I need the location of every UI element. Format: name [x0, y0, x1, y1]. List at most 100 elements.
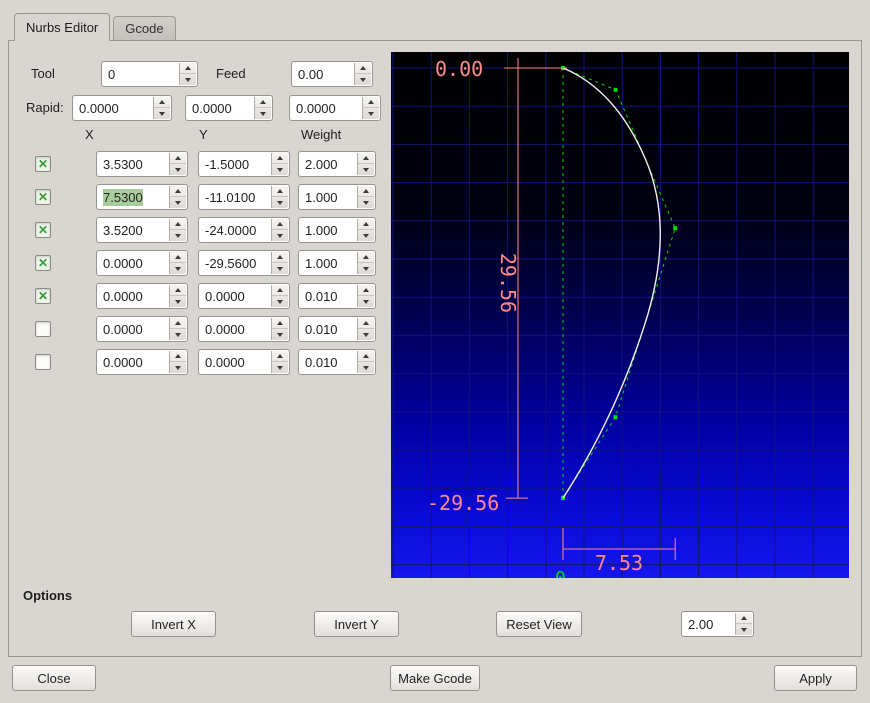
point-x-input[interactable]: 7.5300 — [96, 184, 188, 210]
spin-down-button[interactable] — [736, 624, 752, 635]
point-weight-input[interactable]: 0.010 — [298, 316, 376, 342]
invert-x-button[interactable]: Invert X — [131, 611, 216, 637]
point-x-input[interactable]: 0.0000 — [96, 283, 188, 309]
spin-up-button[interactable] — [170, 186, 186, 197]
spinner-buttons — [271, 252, 288, 274]
spin-up-button[interactable] — [180, 63, 196, 74]
spin-up-button[interactable] — [154, 97, 170, 108]
spin-up-button[interactable] — [272, 351, 288, 362]
spin-up-button[interactable] — [170, 318, 186, 329]
spin-down-button[interactable] — [170, 263, 186, 274]
spin-down-button[interactable] — [358, 230, 374, 241]
spin-up-button[interactable] — [170, 351, 186, 362]
point-enabled-checkbox[interactable]: ✕ — [35, 222, 51, 238]
spin-down-button[interactable] — [358, 296, 374, 307]
spin-up-button[interactable] — [272, 252, 288, 263]
spin-up-button[interactable] — [358, 318, 374, 329]
point-weight-input[interactable]: 0.010 — [298, 283, 376, 309]
spin-down-button[interactable] — [180, 74, 196, 85]
tab-nurbs-editor[interactable]: Nurbs Editor — [14, 13, 111, 41]
spin-up-button[interactable] — [170, 285, 186, 296]
feed-input[interactable]: 0.00 — [291, 61, 373, 87]
point-weight-input[interactable]: 2.000 — [298, 151, 376, 177]
point-y-input[interactable]: -11.0100 — [198, 184, 290, 210]
point-enabled-checkbox[interactable]: ✕ — [35, 255, 51, 271]
point-x-input[interactable]: 3.5300 — [96, 151, 188, 177]
spin-up-button[interactable] — [358, 153, 374, 164]
rapid-x-input[interactable]: 0.0000 — [72, 95, 172, 121]
tab-gcode[interactable]: Gcode — [113, 16, 176, 40]
rapid-z-input[interactable]: 0.0000 — [289, 95, 381, 121]
point-x-input[interactable]: 0.0000 — [96, 250, 188, 276]
point-x-value: 0.0000 — [103, 355, 143, 370]
point-enabled-checkbox[interactable]: ✕ — [35, 288, 51, 304]
spin-down-button[interactable] — [272, 296, 288, 307]
point-x-input[interactable]: 0.0000 — [96, 349, 188, 375]
tool-input[interactable]: 0 — [101, 61, 198, 87]
spin-up-button[interactable] — [272, 153, 288, 164]
spin-up-button[interactable] — [272, 219, 288, 230]
point-y-input[interactable]: -1.5000 — [198, 151, 290, 177]
spin-down-button[interactable] — [358, 164, 374, 175]
spin-up-button[interactable] — [363, 97, 379, 108]
point-y-input[interactable]: -24.0000 — [198, 217, 290, 243]
point-y-input[interactable]: 0.0000 — [198, 349, 290, 375]
spin-up-button[interactable] — [736, 613, 752, 624]
scale-input[interactable]: 2.00 — [681, 611, 754, 637]
point-weight-input[interactable]: 0.010 — [298, 349, 376, 375]
spin-up-button[interactable] — [358, 351, 374, 362]
apply-button[interactable]: Apply — [774, 665, 857, 691]
point-x-input[interactable]: 3.5200 — [96, 217, 188, 243]
spin-down-button[interactable] — [272, 263, 288, 274]
spin-up-button[interactable] — [272, 318, 288, 329]
point-y-input[interactable]: 0.0000 — [198, 283, 290, 309]
close-button[interactable]: Close — [12, 665, 96, 691]
spin-up-button[interactable] — [358, 252, 374, 263]
point-enabled-checkbox[interactable]: ✕ — [35, 189, 51, 205]
spin-down-button[interactable] — [272, 362, 288, 373]
spin-down-button[interactable] — [358, 362, 374, 373]
spin-up-button[interactable] — [170, 153, 186, 164]
point-enabled-checkbox[interactable]: ✕ — [35, 321, 51, 337]
point-y-input[interactable]: -29.5600 — [198, 250, 290, 276]
point-weight-input[interactable]: 1.000 — [298, 217, 376, 243]
spin-down-button[interactable] — [358, 329, 374, 340]
spin-down-button[interactable] — [363, 108, 379, 119]
spin-down-button[interactable] — [355, 74, 371, 85]
spin-up-button[interactable] — [358, 285, 374, 296]
spin-down-button[interactable] — [358, 197, 374, 208]
spin-up-button[interactable] — [272, 186, 288, 197]
spin-down-button[interactable] — [170, 329, 186, 340]
spin-down-button[interactable] — [154, 108, 170, 119]
point-y-input[interactable]: 0.0000 — [198, 316, 290, 342]
invert-y-button[interactable]: Invert Y — [314, 611, 399, 637]
point-enabled-checkbox[interactable]: ✕ — [35, 156, 51, 172]
spin-down-button[interactable] — [170, 164, 186, 175]
spin-up-button[interactable] — [170, 252, 186, 263]
reset-view-button[interactable]: Reset View — [496, 611, 582, 637]
spin-down-button[interactable] — [358, 263, 374, 274]
spin-up-button[interactable] — [272, 285, 288, 296]
rapid-y-input[interactable]: 0.0000 — [185, 95, 273, 121]
spin-down-button[interactable] — [272, 329, 288, 340]
make-gcode-button[interactable]: Make Gcode — [390, 665, 480, 691]
nurbs-preview-canvas[interactable]: 0.00 29.56 -29.56 7.53 0 — [391, 52, 849, 578]
spin-down-button[interactable] — [170, 362, 186, 373]
spin-down-button[interactable] — [272, 197, 288, 208]
spin-down-button[interactable] — [272, 230, 288, 241]
spin-down-button[interactable] — [255, 108, 271, 119]
spin-up-button[interactable] — [170, 219, 186, 230]
point-weight-input[interactable]: 1.000 — [298, 184, 376, 210]
spin-down-button[interactable] — [170, 230, 186, 241]
spin-up-button[interactable] — [355, 63, 371, 74]
spinner-buttons — [179, 63, 196, 85]
point-weight-input[interactable]: 1.000 — [298, 250, 376, 276]
spin-down-button[interactable] — [170, 197, 186, 208]
spin-up-button[interactable] — [358, 219, 374, 230]
spin-up-button[interactable] — [255, 97, 271, 108]
point-x-input[interactable]: 0.0000 — [96, 316, 188, 342]
point-enabled-checkbox[interactable]: ✕ — [35, 354, 51, 370]
spin-down-button[interactable] — [272, 164, 288, 175]
spin-up-button[interactable] — [358, 186, 374, 197]
spin-down-button[interactable] — [170, 296, 186, 307]
